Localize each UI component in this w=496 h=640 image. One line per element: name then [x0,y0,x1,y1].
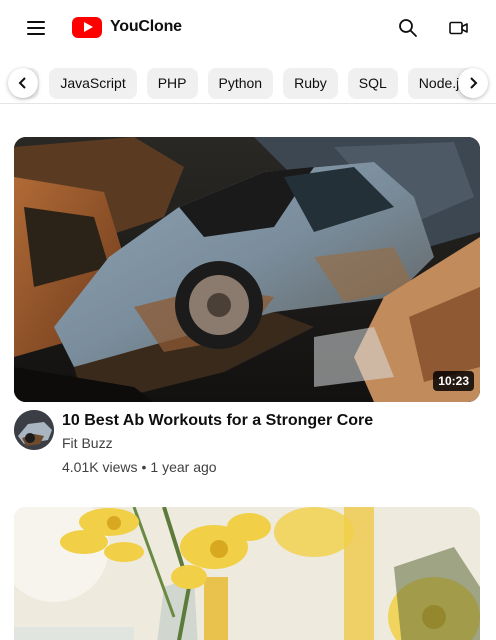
chips-list: S JavaScript PHP Python Ruby SQL Node.js [14,68,478,99]
chip-php[interactable]: PHP [146,68,198,99]
top-bar: YouClone [0,0,496,56]
video-camera-icon [449,21,468,35]
chip-javascript[interactable]: JavaScript [49,68,137,99]
video-thumbnail[interactable]: 10:23 [14,137,480,402]
channel-avatar[interactable] [14,410,54,450]
search-icon [399,19,417,37]
play-logo-icon [72,16,102,38]
channel-name[interactable]: Fit Buzz [62,435,113,451]
logo[interactable]: YouClone [72,16,182,38]
video-title[interactable]: 10 Best Ab Workouts for a Stronger Core [62,410,462,432]
chips-scroll-left-button[interactable] [8,68,38,98]
view-count: 4.01K views [62,459,138,475]
duration-badge: 10:23 [433,371,474,391]
video-thumbnail-2[interactable] [14,507,480,640]
upload-age: 1 year ago [150,459,217,475]
chip-python[interactable]: Python [207,68,274,99]
hamburger-menu-icon[interactable] [18,14,54,42]
search-button[interactable] [392,12,424,44]
chip-sql[interactable]: SQL [347,68,398,99]
thumbnail-image [14,137,480,402]
video-metadata: 4.01K views • 1 year ago [62,459,217,475]
chevron-right-icon [470,77,478,89]
separator-dot: • [141,459,147,475]
thumbnail-image-2 [14,507,480,640]
chevron-left-icon [18,77,26,89]
category-chips-bar: S JavaScript PHP Python Ruby SQL Node.js [0,64,496,104]
chips-scroll-right-button[interactable] [458,68,488,98]
avatar-image [14,410,54,450]
chip-ruby[interactable]: Ruby [283,68,338,99]
logo-text: YouClone [110,18,182,35]
create-video-button[interactable] [442,12,474,44]
